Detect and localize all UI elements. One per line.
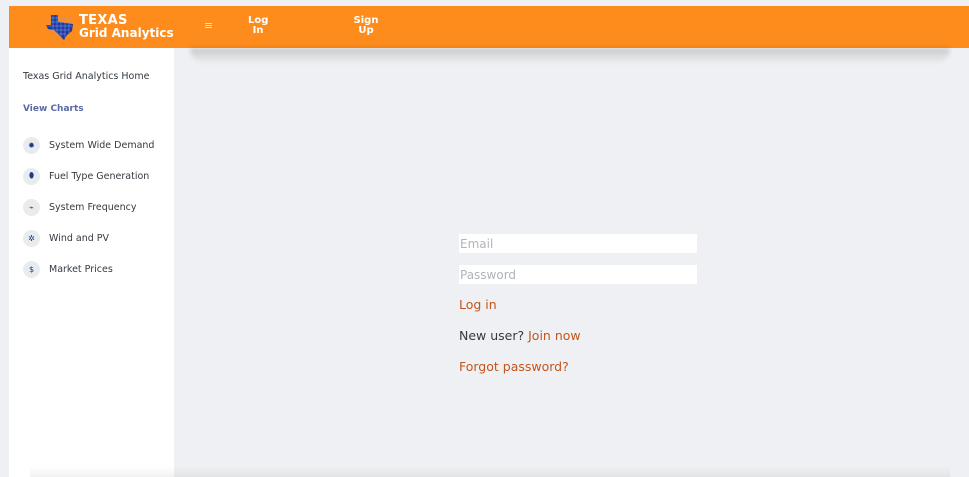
nav-login-line2: In xyxy=(252,25,264,36)
login-button[interactable]: Log in xyxy=(459,297,497,312)
brand-logo[interactable]: TEXAS Grid Analytics xyxy=(45,11,174,43)
new-user-prompt: New user? Join now xyxy=(459,328,581,343)
sidebar-item-system-frequency[interactable]: ⌁ System Frequency xyxy=(23,198,137,216)
sidebar-item-label: System Frequency xyxy=(49,201,137,213)
join-now-link[interactable]: Join now xyxy=(528,328,581,343)
bottom-shadow xyxy=(30,466,950,477)
snowflake-icon: ✲ xyxy=(23,229,40,247)
sidebar-item-fuel-type-generation[interactable]: ⬮ Fuel Type Generation xyxy=(23,167,149,185)
fuel-drop-icon: ⬮ xyxy=(23,167,40,185)
frequency-wave-icon: ⌁ xyxy=(23,198,40,216)
brand-subtitle: Grid Analytics xyxy=(79,26,174,40)
sidebar-item-wind-and-pv[interactable]: ✲ Wind and PV xyxy=(23,229,109,247)
nav-signup-line2: Up xyxy=(358,25,374,36)
lightbulb-icon: ✹ xyxy=(23,136,40,154)
navbar-shadow xyxy=(190,48,950,64)
sidebar-item-label: Wind and PV xyxy=(49,232,110,244)
sidebar-section-title: View Charts xyxy=(23,104,84,114)
password-field[interactable] xyxy=(459,265,697,284)
nav-signup-link[interactable]: Sign Up xyxy=(353,16,379,36)
sidebar-item-label: Market Prices xyxy=(49,263,113,275)
sidebar-item-label: System Wide Demand xyxy=(49,139,155,151)
forgot-password-link[interactable]: Forgot password? xyxy=(459,359,569,374)
sidebar-item-system-wide-demand[interactable]: ✹ System Wide Demand xyxy=(23,136,154,154)
sidebar-home-link[interactable]: Texas Grid Analytics Home xyxy=(23,71,149,82)
top-navbar: TEXAS Grid Analytics ≡ Log In Sign Up xyxy=(9,6,969,48)
dollar-icon: $ xyxy=(23,260,40,278)
new-user-text: New user? xyxy=(459,328,529,343)
sidebar-item-label: Fuel Type Generation xyxy=(49,170,150,182)
nav-login-link[interactable]: Log In xyxy=(248,16,268,36)
sidebar: Texas Grid Analytics Home View Charts ✹ … xyxy=(9,48,174,477)
texas-grid-logo-icon xyxy=(46,15,73,40)
email-field[interactable] xyxy=(459,234,697,253)
menu-toggle-icon[interactable]: ≡ xyxy=(204,20,213,32)
sidebar-item-market-prices[interactable]: $ Market Prices xyxy=(23,260,113,278)
